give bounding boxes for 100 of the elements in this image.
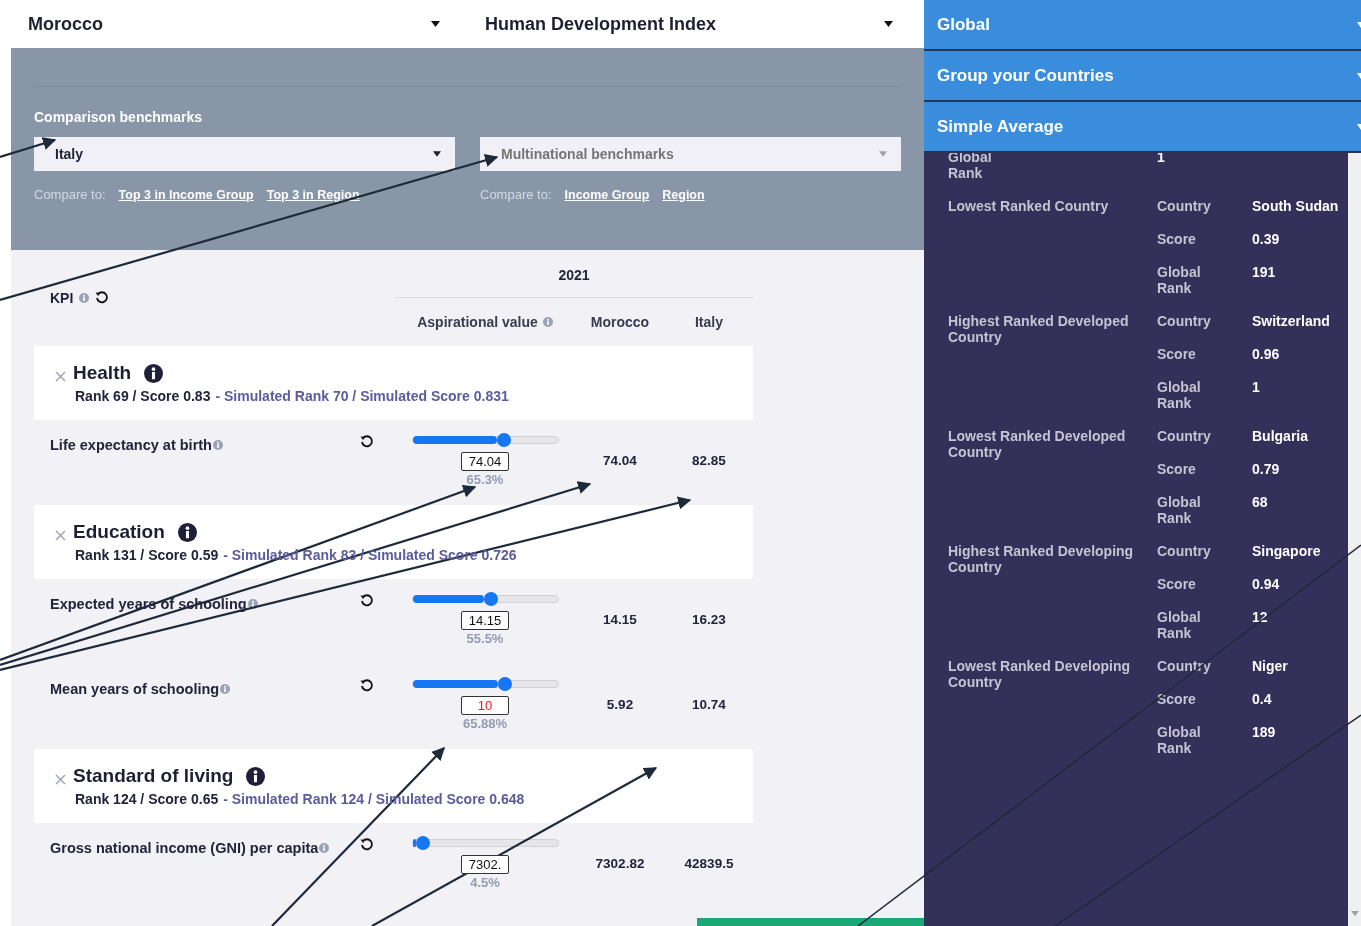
slider-track[interactable]: [411, 839, 559, 847]
stat-value: 0.4: [1252, 691, 1272, 707]
column-header: Aspirational value: [417, 314, 538, 330]
stat-label: Global Rank: [1157, 264, 1201, 296]
stat-label: Country: [1157, 198, 1211, 214]
close-icon[interactable]: [55, 370, 66, 382]
stat-label: Country: [1157, 543, 1211, 559]
close-icon[interactable]: [55, 529, 66, 541]
stat-value: Niger: [1252, 658, 1288, 674]
compare-label: Compare to:: [34, 187, 106, 202]
table-cell: 10.74: [692, 697, 726, 712]
group-score: Rank 131 / Score 0.59: [75, 547, 219, 563]
section-title: Comparison benchmarks: [34, 109, 204, 125]
stat-label: Country: [1157, 658, 1211, 674]
compare-link[interactable]: Region: [662, 188, 705, 202]
slider-track[interactable]: [411, 436, 559, 444]
stat-value: 0.39: [1252, 231, 1280, 247]
stat-group-label: Highest Ranked Developing Country: [948, 543, 1134, 575]
caret-icon: [884, 21, 893, 27]
multinational-dropdown[interactable]: Multinational benchmarks: [480, 137, 901, 171]
reset-icon[interactable]: [95, 291, 110, 305]
stat-label: Score: [1157, 576, 1196, 592]
info-icon[interactable]: [247, 599, 258, 609]
indicator-name: Gross national income (GNI) per capita: [50, 840, 319, 856]
reset-icon[interactable]: [360, 679, 374, 693]
column-header: Italy: [695, 314, 723, 330]
compare-link[interactable]: Income Group: [564, 188, 650, 202]
column-header: KPI: [50, 290, 74, 306]
table-cell: 14.15: [603, 612, 637, 627]
stat-label: Global Rank: [1157, 724, 1201, 756]
group-score: Rank 124 / Score 0.65: [75, 791, 219, 807]
caret-icon: [879, 151, 887, 157]
stat-value: 12: [1252, 609, 1268, 625]
index-dropdown[interactable]: Human Development Index: [485, 0, 899, 48]
accordion-header[interactable]: Global: [924, 0, 1361, 51]
percent-text: 4.5%: [470, 875, 500, 890]
table-cell: 74.04: [603, 453, 637, 468]
stat-label: Score: [1157, 691, 1196, 707]
info-icon[interactable]: [246, 766, 266, 786]
stat-group-label: Lowest Ranked Developing Country: [948, 658, 1131, 690]
caret-icon: [1357, 123, 1361, 130]
stat-value: 1: [1252, 379, 1260, 395]
compare-link[interactable]: Top 3 in Region: [266, 188, 360, 202]
reset-icon[interactable]: [360, 838, 374, 852]
info-icon[interactable]: [144, 363, 164, 383]
stat-label: Global Rank: [1157, 379, 1201, 411]
value-input[interactable]: 74.04: [461, 452, 509, 471]
slider-thumb[interactable]: [496, 433, 511, 447]
table-cell: 82.85: [692, 453, 726, 468]
group-title: Standard of living: [73, 765, 234, 787]
caret-icon: [1357, 72, 1361, 79]
stat-value: 0.96: [1252, 346, 1280, 362]
slider-thumb[interactable]: [483, 592, 498, 606]
stat-value: South Sudan: [1252, 198, 1339, 214]
percent-text: 55.5%: [466, 631, 504, 646]
benchmark-country-dropdown[interactable]: Italy: [34, 137, 455, 171]
close-icon[interactable]: [55, 773, 66, 785]
stat-value: Switzerland: [1252, 313, 1330, 329]
group-title: Health: [73, 362, 132, 384]
stat-label: Country: [1157, 313, 1211, 329]
value-input[interactable]: 7302.: [461, 855, 509, 874]
stat-value: 68: [1252, 494, 1268, 510]
accordion-header[interactable]: Group your Countries: [924, 51, 1361, 102]
table-cell: 5.92: [606, 697, 634, 712]
percent-text: 65.3%: [466, 472, 504, 487]
info-icon[interactable]: [177, 522, 197, 542]
slider-track[interactable]: [411, 595, 559, 603]
slider-thumb[interactable]: [498, 677, 513, 691]
stat-group-label: Highest Ranked Developed Country: [948, 313, 1129, 345]
caret-icon: [431, 21, 440, 27]
slider-track[interactable]: [411, 680, 559, 688]
compare-link[interactable]: Top 3 in Income Group: [118, 188, 254, 202]
percent-text: 65.88%: [462, 716, 508, 731]
stat-value: 0.79: [1252, 461, 1280, 477]
caret-icon: [433, 151, 441, 157]
country-dropdown[interactable]: Morocco: [28, 0, 446, 48]
reset-icon[interactable]: [360, 435, 374, 449]
group-score: Rank 69 / Score 0.83: [75, 388, 211, 404]
scrollbar[interactable]: [1348, 153, 1361, 926]
scroll-down-icon[interactable]: [1350, 911, 1359, 916]
stat-label: Score: [1157, 231, 1196, 247]
caret-icon: [1357, 21, 1361, 28]
stat-group-label: Lowest Ranked Country: [948, 198, 1109, 214]
stat-label: Global Rank: [1157, 494, 1201, 526]
value-input[interactable]: 10: [461, 696, 509, 715]
simulated-score: - Simulated Rank 70 / Simulated Score 0.831: [215, 388, 509, 404]
stat-label: Score: [1157, 346, 1196, 362]
year-header: 2021: [558, 266, 590, 283]
indicator-name: Life expectancy at birth: [50, 437, 212, 453]
reset-icon[interactable]: [360, 594, 374, 608]
value-input[interactable]: 14.15: [461, 611, 509, 630]
accordion-header[interactable]: Simple Average: [924, 102, 1361, 153]
stat-value: 0.94: [1252, 576, 1280, 592]
stat-label: Global Rank: [1157, 609, 1201, 641]
stat-label: Country: [1157, 428, 1211, 444]
slider-thumb[interactable]: [415, 836, 430, 850]
table-cell: 42839.5: [684, 856, 734, 871]
stat-group-label: Lowest Ranked Developed Country: [948, 428, 1126, 460]
stat-value: 189: [1252, 724, 1276, 740]
indicator-name: Mean years of schooling: [50, 681, 220, 697]
